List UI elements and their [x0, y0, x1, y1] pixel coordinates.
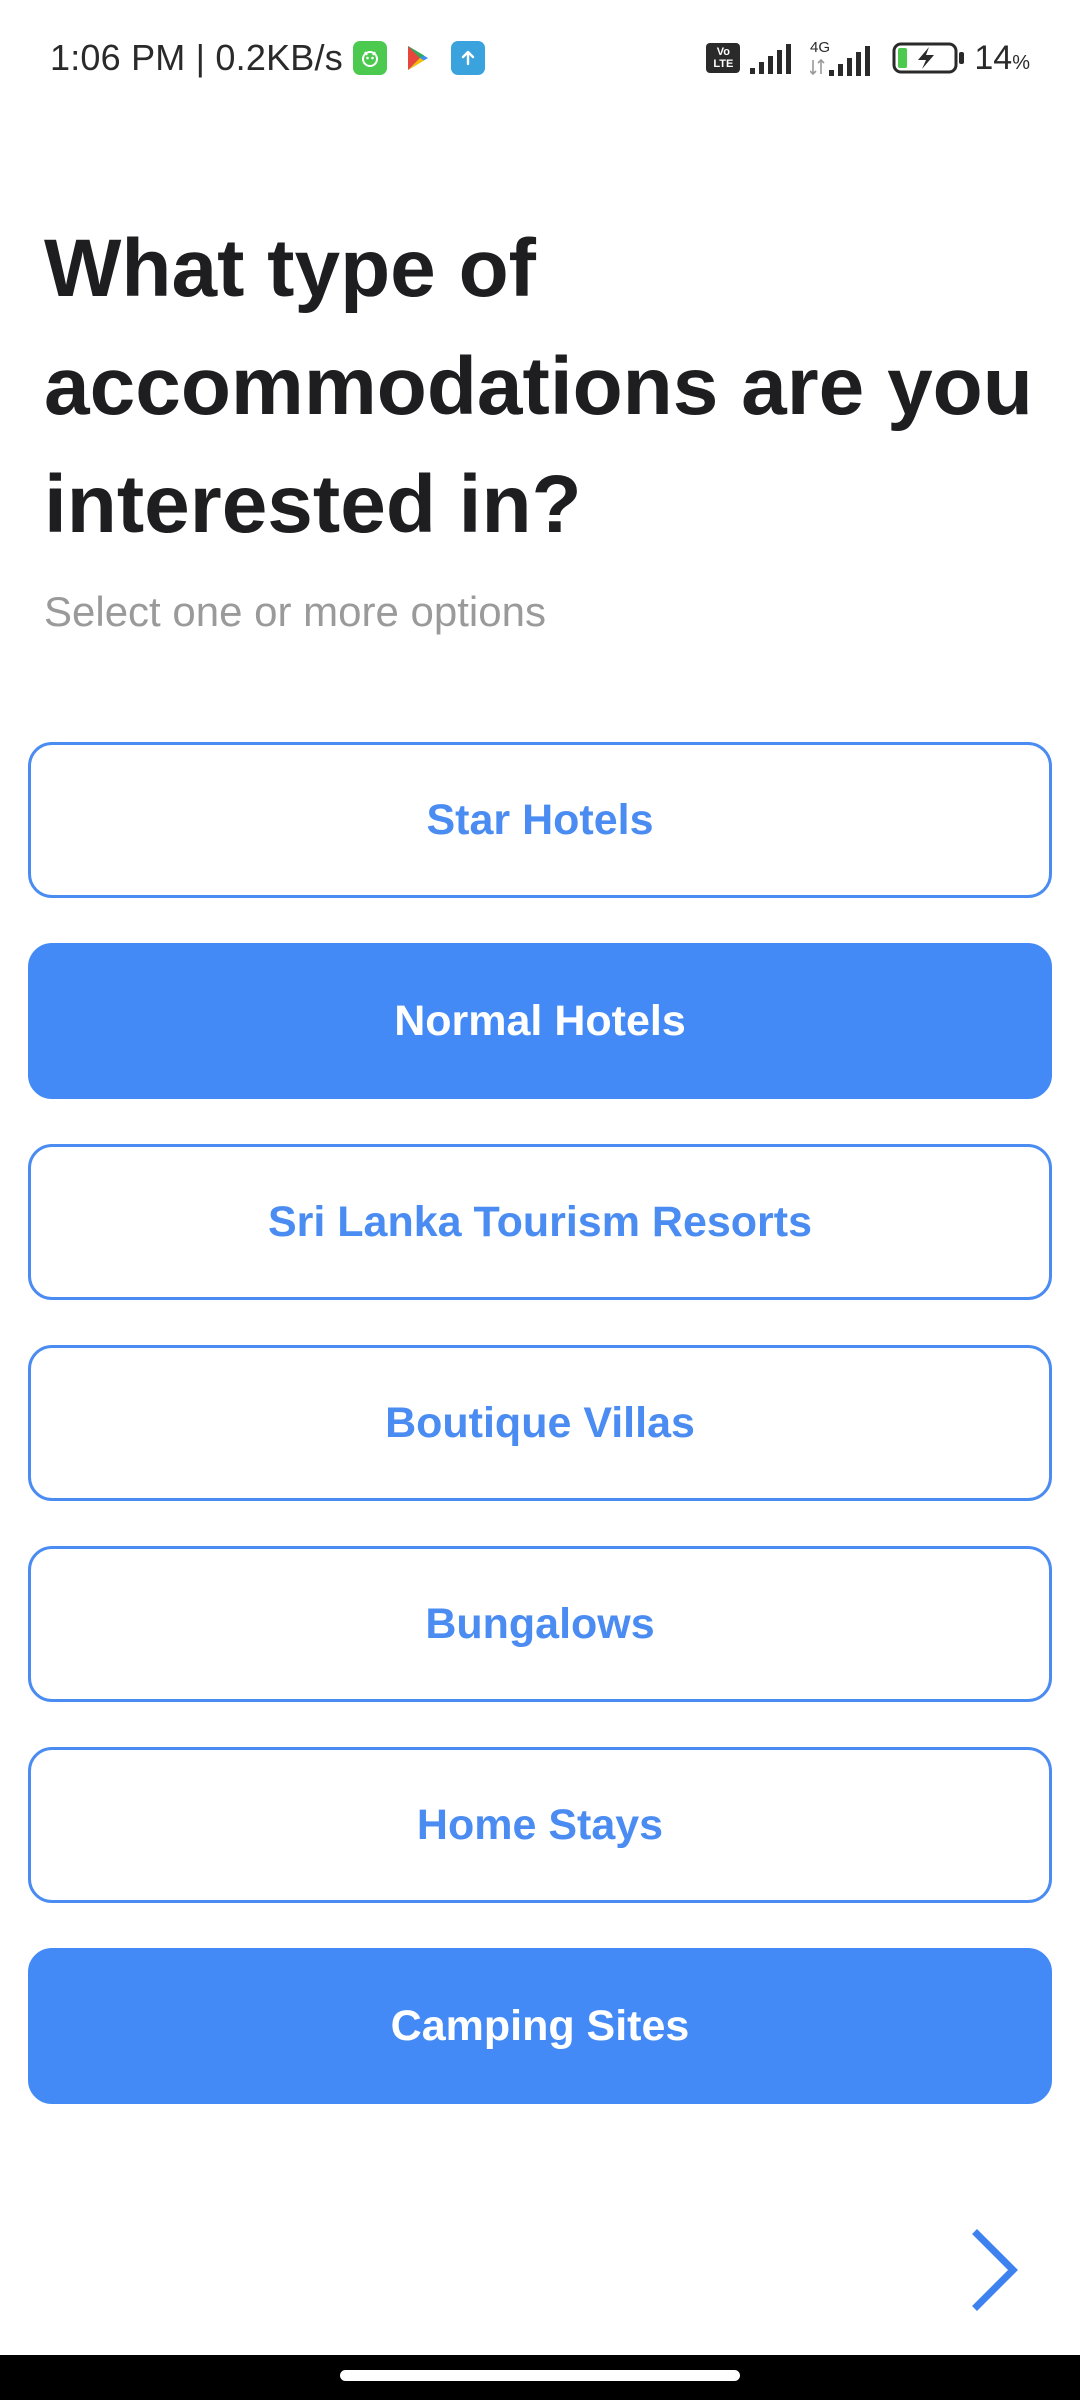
chevron-right-icon — [972, 2229, 1018, 2311]
option-bungalows[interactable]: Bungalows — [28, 1546, 1052, 1702]
upload-icon — [450, 41, 485, 75]
option-sri-lanka-tourism-resorts[interactable]: Sri Lanka Tourism Resorts — [28, 1144, 1052, 1300]
option-home-stays[interactable]: Home Stays — [28, 1747, 1052, 1903]
signal-4g-icon: 4G — [810, 38, 876, 78]
volte-top-label: Vo — [716, 46, 730, 58]
option-label: Home Stays — [416, 1800, 664, 1849]
option-label: Sri Lanka Tourism Resorts — [267, 1197, 813, 1246]
play-store-icon — [405, 44, 431, 72]
status-time: 1:06 PM | 0.2KB/s — [50, 37, 343, 78]
next-button[interactable] — [960, 2225, 1030, 2315]
battery-percent-value: 14 — [974, 38, 1013, 77]
battery-percent-sign: % — [1012, 51, 1030, 74]
network-type-label: 4G — [810, 39, 830, 56]
option-label: Star Hotels — [426, 795, 654, 844]
accommodation-options: Star Hotels Normal Hotels Sri Lanka Tour… — [28, 742, 1052, 2149]
volte-icon: Vo LTE — [706, 43, 741, 73]
option-label: Normal Hotels — [394, 996, 686, 1045]
option-normal-hotels[interactable]: Normal Hotels — [28, 943, 1052, 1099]
home-indicator[interactable] — [340, 2370, 740, 2381]
option-label: Boutique Villas — [385, 1398, 695, 1447]
page-title: What type of accommodations are you inte… — [44, 223, 1033, 550]
option-camping-sites[interactable]: Camping Sites — [28, 1948, 1052, 2104]
option-star-hotels[interactable]: Star Hotels — [28, 742, 1052, 898]
battery-charging-icon — [892, 41, 966, 75]
system-nav-bar — [0, 2355, 1080, 2400]
option-label: Camping Sites — [390, 2001, 690, 2050]
app-notification-icon — [352, 41, 387, 75]
signal-icon — [750, 42, 798, 74]
option-boutique-villas[interactable]: Boutique Villas — [28, 1345, 1052, 1501]
status-left: 1:06 PM | 0.2KB/s — [50, 36, 485, 80]
volte-bottom-label: LTE — [713, 58, 734, 70]
battery-percent: 14% — [974, 39, 1030, 78]
option-label: Bungalows — [425, 1599, 655, 1648]
status-right: Vo LTE 4G 14% — [706, 36, 1030, 80]
status-bar: 1:06 PM | 0.2KB/s Vo LTE 4G 14% — [0, 0, 1080, 120]
page-subtitle: Select one or more options — [44, 588, 546, 635]
